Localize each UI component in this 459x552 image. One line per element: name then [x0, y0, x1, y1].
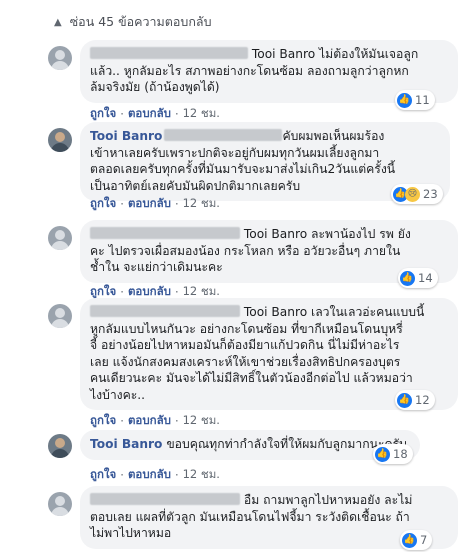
comment-text-line: คับผมพอเห็นผมร้อง: [282, 129, 385, 143]
comment-text-line: Tooi Banro เลวในเลวอ่ะคนแบบนี้: [243, 305, 425, 319]
comment-text-line: เป็นอาทิตย์เลยคับมันผิดปกติมากเลยครับ: [90, 178, 301, 193]
comment-text-line: ไม่พาไปหาหมอ: [90, 526, 172, 540]
like-link[interactable]: ถูกใจ: [90, 412, 116, 430]
sad-reaction-icon: 😢: [405, 186, 420, 202]
comment-text-line: ช้ำใน จะแย่กว่าเดิมนะคะ: [90, 260, 223, 274]
reaction-count[interactable]: 👍 7: [400, 530, 433, 550]
like-link[interactable]: ถูกใจ: [90, 105, 116, 123]
avatar[interactable]: [48, 492, 72, 516]
timestamp[interactable]: 12 ชม.: [183, 466, 220, 484]
redacted-text: [164, 129, 283, 141]
redacted-name: [90, 47, 248, 59]
comment-text-line: จี้ อย่างน้อยไปหาหมอมันก็ต้องมียาแก้ปวดก…: [90, 338, 400, 352]
comment-text-line: คนเดียวนะคะ มันจะได้ไม่มีสิทธิ์ในตัวน้อง…: [90, 371, 413, 385]
comment-actions: ถูกใจ · ตอบกลับ · 12 ชม.: [90, 466, 220, 484]
comment-text-line: เลย แจ้งนักสงคมสงเคราะห์ให้เขาช่วยเรื่อง…: [90, 354, 401, 369]
comment-bubble: Tooi Banro ขอบคุณทุกท่ากำลังใจที่ให้ผมกั…: [80, 430, 420, 460]
like-link[interactable]: ถูกใจ: [90, 466, 116, 484]
comment-text-line: คะ ไปตรวจเผื่อสมองน้อง กระโหลก หรือ อวัย…: [90, 243, 401, 258]
comment-actions: ถูกใจ · ตอบกลับ · 12 ชม.: [90, 105, 220, 123]
like-reaction-icon: 👍: [402, 532, 417, 548]
redacted-name: [90, 305, 240, 317]
comment-text-line: ตอบเลย แผลที่ตัวลูก มันเหมือนโดนไฟจี้มา …: [90, 509, 410, 524]
reply-link[interactable]: ตอบกลับ: [128, 105, 171, 123]
reaction-count[interactable]: 👍 18: [373, 444, 413, 464]
comment-text-line: ตลอดเลยครับทุกครั้งที่มันมารับจะมาส่งไม่…: [90, 162, 396, 176]
comment-text-line: Tooi Banro ละพาน้องไป รพ ยัง: [243, 227, 411, 241]
like-reaction-icon: 👍: [397, 92, 412, 108]
redacted-name: [90, 227, 240, 239]
comment-text-line: Tooi Banro ไม่ต้องให้มันเจอลูก: [251, 47, 419, 61]
comment-text-line: หูกลัมแบบไหนกันวะ อย่างกะโดนซ้อม ที่ขากี…: [90, 321, 403, 336]
like-reaction-icon: 👍: [375, 446, 390, 462]
avatar[interactable]: [48, 226, 72, 250]
comment-text: ขอบคุณทุกท่ากำลังใจที่ให้ผมกับลูกมากนะคร…: [166, 437, 407, 451]
hide-replies-toggle[interactable]: ▲ ซ่อน 45 ข้อความตอบกลับ: [54, 12, 212, 32]
avatar[interactable]: [48, 46, 72, 70]
reply-link[interactable]: ตอบกลับ: [128, 412, 171, 430]
reaction-count[interactable]: 👍 12: [395, 390, 435, 410]
comment-text-line: ล้มจริงมัย (ถ้าน้องพูดได้): [90, 80, 220, 94]
reply-link[interactable]: ตอบกลับ: [128, 195, 171, 213]
reaction-count[interactable]: 👍 😢 23: [391, 184, 443, 204]
like-link[interactable]: ถูกใจ: [90, 195, 116, 213]
avatar[interactable]: [48, 434, 72, 458]
comment-actions: ถูกใจ · ตอบกลับ · 12 ชม.: [90, 195, 220, 213]
reply-link[interactable]: ตอบกลับ: [128, 466, 171, 484]
chevron-up-icon: ▲: [54, 16, 62, 28]
reaction-count[interactable]: 👍 14: [398, 268, 438, 288]
timestamp[interactable]: 12 ชม.: [183, 105, 220, 123]
comment-text-line: อืม ถามพาลูกไปหาหมอยัง ละไม่: [243, 493, 413, 507]
avatar[interactable]: [48, 128, 72, 152]
avatar[interactable]: [48, 304, 72, 328]
comment-text-line: เข้าหาเลยครับเพราะปกติจะอยู่กับผมทุกวันผ…: [90, 145, 380, 160]
timestamp[interactable]: 12 ชม.: [183, 412, 220, 430]
redacted-name: [90, 493, 240, 505]
comment-author[interactable]: Tooi Banro: [90, 129, 162, 143]
timestamp[interactable]: 12 ชม.: [183, 195, 220, 213]
hide-replies-label: ซ่อน 45 ข้อความตอบกลับ: [69, 14, 212, 29]
comment-text-line: แล้ว.. หูกลัมอะไร สภาพอย่างกะโดนซ้อม ลอง…: [90, 63, 409, 78]
comment-author[interactable]: Tooi Banro: [90, 437, 162, 451]
like-reaction-icon: 👍: [400, 270, 415, 286]
comment-actions: ถูกใจ · ตอบกลับ · 12 ชม.: [90, 412, 220, 430]
reaction-count[interactable]: 👍 11: [395, 90, 435, 110]
like-reaction-icon: 👍: [397, 392, 412, 408]
